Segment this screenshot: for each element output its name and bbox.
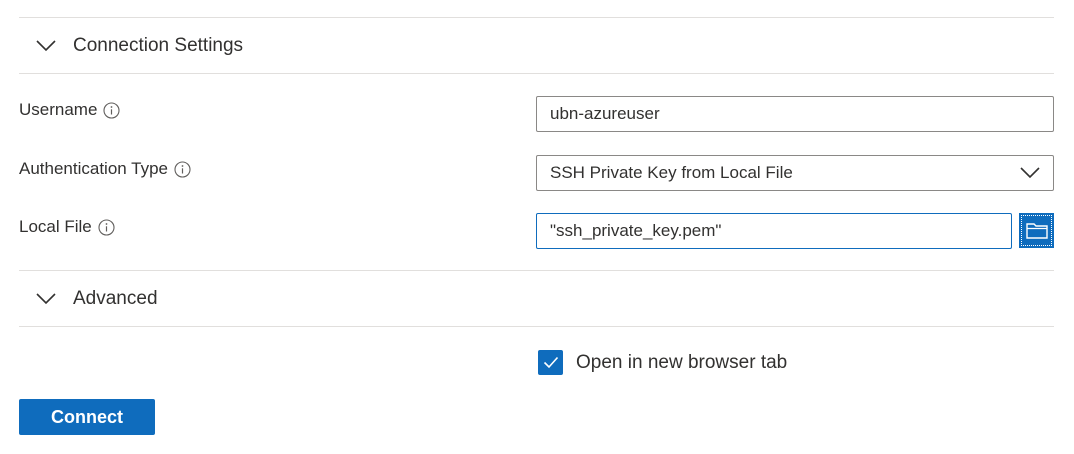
- chevron-down-icon: [36, 39, 56, 53]
- auth-type-selected-value: SSH Private Key from Local File: [550, 163, 793, 182]
- section-divider: [19, 326, 1054, 327]
- local-file-label: Local File: [19, 217, 92, 236]
- checkmark-icon: [543, 356, 558, 369]
- section-divider: [19, 73, 1054, 74]
- auth-type-dropdown[interactable]: SSH Private Key from Local File: [536, 155, 1054, 191]
- auth-type-label: Authentication Type: [19, 159, 169, 178]
- section-divider: [19, 270, 1054, 271]
- local-file-input[interactable]: [536, 213, 1012, 249]
- folder-icon: [1025, 222, 1048, 239]
- info-icon[interactable]: [174, 160, 191, 178]
- info-icon[interactable]: [103, 101, 120, 119]
- advanced-header[interactable]: Advanced: [19, 272, 1054, 326]
- info-icon[interactable]: [98, 218, 115, 236]
- username-label-row: Username: [19, 98, 120, 122]
- connect-button[interactable]: Connect: [19, 399, 155, 435]
- browse-file-button[interactable]: [1019, 213, 1054, 248]
- username-label: Username: [19, 100, 98, 119]
- section-title: Connection Settings: [73, 35, 244, 56]
- username-input[interactable]: [536, 96, 1054, 132]
- chevron-down-icon: [36, 292, 56, 306]
- open-new-tab-checkbox[interactable]: [538, 350, 563, 375]
- auth-type-label-row: Authentication Type: [19, 157, 191, 181]
- top-divider: [19, 17, 1054, 18]
- chevron-down-icon: [1020, 167, 1040, 179]
- section-title: Advanced: [73, 288, 158, 309]
- open-new-tab-option[interactable]: Open in new browser tab: [538, 350, 787, 375]
- open-new-tab-label: Open in new browser tab: [576, 351, 788, 373]
- connection-settings-header[interactable]: Connection Settings: [19, 19, 1054, 73]
- local-file-label-row: Local File: [19, 215, 115, 239]
